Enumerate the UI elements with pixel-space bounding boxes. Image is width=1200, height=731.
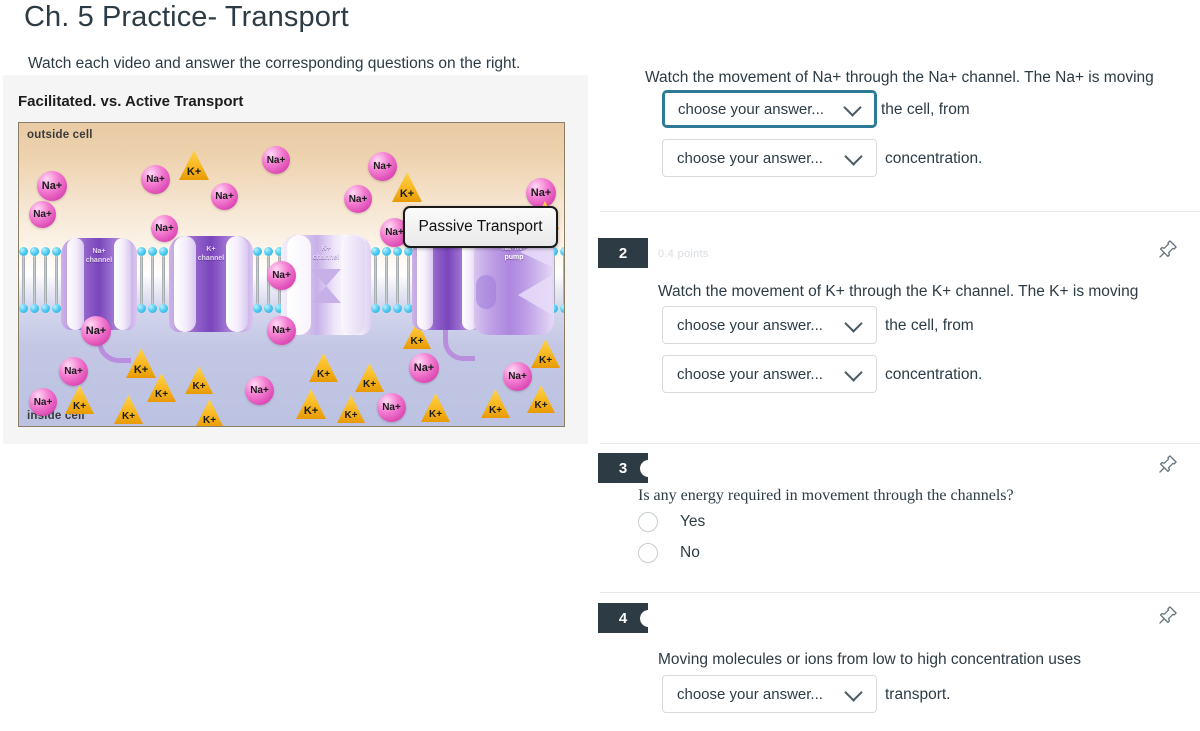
chevron-down-icon — [844, 147, 863, 166]
question-1-dropdown-2[interactable]: choose your answer... — [662, 139, 877, 177]
phospholipid — [159, 246, 168, 314]
question-1-after-text-1: the cell, from — [881, 101, 970, 118]
phospholipid — [393, 246, 402, 314]
phospholipid — [382, 246, 391, 314]
ion-sodium: Na+ — [262, 146, 290, 174]
question-2-dropdown-1[interactable]: choose your answer... — [662, 306, 877, 344]
outside-cell-label: outside cell — [27, 129, 93, 141]
ion-sodium: Na+ — [29, 201, 56, 228]
phospholipid — [148, 246, 157, 314]
pin-icon[interactable] — [1157, 604, 1179, 626]
ion-sodium: Na+ — [267, 261, 296, 290]
chevron-down-icon — [843, 98, 862, 117]
na-channel-label: Na+ channel — [85, 248, 113, 264]
option-label: No — [680, 544, 700, 561]
ion-potassium: K+ — [481, 389, 510, 418]
app-root: Ch. 5 Practice- Transport Watch each vid… — [0, 0, 1200, 731]
video-card: Facilitated. vs. Active Transport outsid… — [3, 75, 588, 444]
phospholipid — [52, 246, 61, 314]
k-channel-protein: K+ channel — [169, 236, 253, 332]
question-2-points: 0.4 points — [658, 248, 709, 260]
membrane-transport-diagram: outside cell inside cell Na+ channel K+ … — [18, 122, 565, 427]
question-4-after-text-1: transport. — [885, 686, 951, 703]
question-3-number: 3 — [598, 453, 657, 483]
question-4-prompt: Moving molecules or ions from low to hig… — [658, 651, 1082, 668]
ion-potassium: K+ — [296, 389, 326, 419]
instructions-text: Watch each video and answer the correspo… — [28, 55, 521, 72]
ion-sodium: Na+ — [377, 393, 406, 422]
phospholipid — [137, 246, 146, 314]
ion-potassium: K+ — [185, 366, 213, 394]
ion-sodium: Na+ — [59, 357, 88, 386]
chevron-down-icon — [844, 683, 863, 702]
question-3-prompt: Is any energy required in movement throu… — [638, 487, 1014, 504]
question-divider-1 — [600, 211, 1200, 212]
question-2-after-text-1: the cell, from — [885, 317, 974, 334]
ion-sodium: Na+ — [344, 185, 372, 213]
question-3-option-yes[interactable]: Yes — [638, 512, 705, 532]
ion-sodium: Na+ — [81, 316, 111, 346]
question-1-after-text-2: concentration. — [885, 150, 983, 167]
question-2-prompt: Watch the movement of K+ through the K+ … — [658, 283, 1139, 300]
question-divider-2 — [600, 443, 1200, 444]
ion-potassium: K+ — [527, 385, 555, 413]
ion-sodium: Na+ — [29, 388, 57, 416]
option-label: Yes — [680, 513, 706, 530]
question-4-dropdown-1[interactable]: choose your answer... — [662, 675, 877, 713]
dropdown-value: choose your answer... — [677, 365, 823, 383]
questions-pane: Watch the movement of Na+ through the Na… — [593, 0, 1200, 731]
ion-potassium: K+ — [392, 172, 422, 202]
ion-potassium: K+ — [114, 395, 143, 424]
question-1-prompt: Watch the movement of Na+ through the Na… — [645, 69, 1154, 86]
question-divider-3 — [600, 592, 1200, 593]
passive-transport-button[interactable]: Passive Transport — [403, 206, 558, 248]
question-2-dropdown-2[interactable]: choose your answer... — [662, 355, 877, 393]
page-title: Ch. 5 Practice- Transport — [24, 1, 349, 33]
phospholipid — [19, 246, 28, 314]
dropdown-value: choose your answer... — [677, 149, 823, 167]
ion-potassium: K+ — [147, 373, 176, 402]
k-channel-protein-2: K+ channel — [281, 235, 371, 335]
chevron-down-icon — [844, 314, 863, 333]
phospholipid — [371, 246, 380, 314]
question-2-number: 2 — [598, 238, 648, 268]
radio-button[interactable] — [638, 512, 658, 532]
ion-potassium: K+ — [531, 339, 560, 368]
question-1-dropdown-1[interactable]: choose your answer... — [662, 90, 877, 128]
ion-sodium: Na+ — [141, 165, 170, 194]
phospholipid — [253, 246, 262, 314]
question-4-number: 4 — [598, 603, 657, 633]
ion-potassium: K+ — [65, 385, 94, 414]
ion-potassium: K+ — [355, 363, 384, 392]
dropdown-value: choose your answer... — [677, 685, 823, 703]
radio-button[interactable] — [638, 543, 658, 563]
chevron-down-icon — [844, 363, 863, 382]
ion-potassium: K+ — [337, 395, 365, 423]
left-content-pane: Ch. 5 Practice- Transport Watch each vid… — [0, 0, 600, 731]
ion-potassium: K+ — [179, 150, 209, 180]
ion-sodium: Na+ — [409, 353, 439, 383]
k-channel-2-label: K+ channel — [312, 245, 340, 261]
k-channel-label: K+ channel — [197, 246, 225, 262]
dropdown-value: choose your answer... — [678, 100, 824, 118]
video-card-title: Facilitated. vs. Active Transport — [18, 93, 244, 110]
ion-sodium: Na+ — [37, 171, 67, 201]
ion-potassium: K+ — [195, 399, 224, 426]
ion-potassium: K+ — [421, 393, 450, 422]
ion-sodium: Na+ — [245, 376, 274, 405]
ion-sodium: Na+ — [267, 316, 296, 345]
question-2-after-text-2: concentration. — [885, 366, 983, 383]
dropdown-value: choose your answer... — [677, 316, 823, 334]
question-3-option-no[interactable]: No — [638, 543, 700, 563]
pin-icon[interactable] — [1157, 453, 1179, 475]
ion-potassium: K+ — [309, 353, 338, 382]
pin-icon[interactable] — [1157, 238, 1179, 260]
phospholipid — [30, 246, 39, 314]
phospholipid — [41, 246, 50, 314]
phospholipid — [560, 246, 564, 314]
ion-sodium: Na+ — [211, 183, 238, 210]
